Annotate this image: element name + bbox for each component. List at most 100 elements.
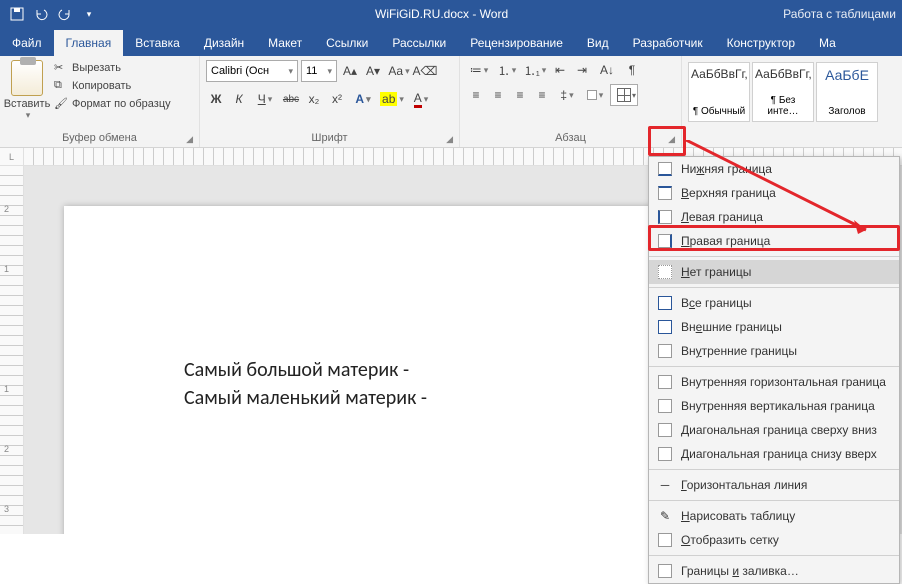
border-inside-item[interactable]: Внутренние границы	[649, 339, 899, 363]
scissors-icon: ✂	[54, 61, 68, 75]
border-top-icon	[657, 185, 673, 201]
save-icon[interactable]	[6, 3, 28, 25]
tab-table-layout[interactable]: Ма	[807, 30, 848, 56]
tab-references[interactable]: Ссылки	[314, 30, 380, 56]
border-none-item[interactable]: Нет границы	[649, 260, 899, 284]
vertical-ruler[interactable]: 2 1 1 2 3	[0, 166, 24, 534]
tab-mailings[interactable]: Рассылки	[380, 30, 458, 56]
view-gridlines-item[interactable]: Отобразить сетку	[649, 528, 899, 552]
text-effects-button[interactable]: A▾	[350, 89, 376, 109]
font-color-button[interactable]: A▾	[408, 89, 434, 109]
subscript-button[interactable]: x₂	[304, 89, 324, 109]
border-inside-h-icon	[657, 374, 673, 390]
border-bottom-item[interactable]: Нижняя граница	[649, 157, 899, 181]
undo-icon[interactable]	[30, 3, 52, 25]
shading-button[interactable]: ▾	[582, 85, 608, 105]
border-right-item[interactable]: Правая граница	[649, 229, 899, 253]
bullets-button[interactable]: ≔▾	[466, 60, 492, 80]
border-none-label: Нет границы	[681, 265, 751, 279]
underline-label: Ч	[258, 92, 266, 106]
group-font: Calibri (Осн▾ 11▾ A▴ A▾ Aa▾ A⌫ Ж К Ч▾ ab…	[200, 56, 460, 147]
borders-icon	[617, 88, 631, 102]
align-right-button[interactable]: ≡	[510, 85, 530, 105]
ruler-corner[interactable]: L	[0, 148, 24, 165]
border-left-label: Левая граница	[681, 210, 763, 224]
font-launcher-icon[interactable]: ◢	[446, 134, 453, 145]
ribbon-tabs: Файл Главная Вставка Дизайн Макет Ссылки…	[0, 28, 902, 56]
border-outside-item[interactable]: Внешние границы	[649, 315, 899, 339]
clear-format-button[interactable]: A⌫	[415, 61, 435, 81]
strikethrough-button[interactable]: abc	[281, 89, 301, 109]
align-left-button[interactable]: ≡	[466, 85, 486, 105]
horizontal-line-item[interactable]: ─Горизонтальная линия	[649, 473, 899, 497]
brush-icon: 🖌	[54, 97, 68, 111]
hline-icon: ─	[657, 477, 673, 493]
clipboard-launcher-icon[interactable]: ◢	[186, 134, 193, 145]
change-case-button[interactable]: Aa▾	[386, 61, 412, 81]
tab-layout[interactable]: Макет	[256, 30, 314, 56]
borders-button[interactable]: ▾	[610, 84, 638, 106]
border-inside-label: Внутренние границы	[681, 344, 797, 358]
tab-developer[interactable]: Разработчик	[621, 30, 715, 56]
paragraph-launcher-icon[interactable]: ◢	[668, 134, 675, 145]
tab-insert[interactable]: Вставка	[123, 30, 192, 56]
style-normal[interactable]: АаБбВвГг, ¶ Обычный	[688, 62, 750, 122]
draw-table-item[interactable]: ✎Нарисовать таблицу	[649, 504, 899, 528]
shrink-font-button[interactable]: A▾	[363, 61, 383, 81]
font-size-combo[interactable]: 11▾	[301, 60, 337, 82]
superscript-button[interactable]: x²	[327, 89, 347, 109]
qat-more-icon[interactable]: ▾	[78, 3, 100, 25]
align-center-button[interactable]: ≡	[488, 85, 508, 105]
border-inside-v-item[interactable]: Внутренняя вертикальная граница	[649, 394, 899, 418]
redo-icon[interactable]	[54, 3, 76, 25]
border-diag-up-item[interactable]: Диагональная граница снизу вверх	[649, 442, 899, 466]
increase-indent-button[interactable]: ⇥	[572, 60, 592, 80]
tab-home[interactable]: Главная	[54, 30, 124, 56]
style-normal-label: ¶ Обычный	[691, 106, 747, 117]
style-normal-preview: АаБбВвГг,	[691, 67, 747, 81]
decrease-indent-button[interactable]: ⇤	[550, 60, 570, 80]
justify-button[interactable]: ≡	[532, 85, 552, 105]
style-no-spacing[interactable]: АаБбВвГг, ¶ Без инте…	[752, 62, 814, 122]
borders-dialog-label: Границы и заливка…	[681, 564, 799, 578]
borders-dialog-item[interactable]: Границы и заливка…	[649, 559, 899, 583]
border-inside-h-item[interactable]: Внутренняя горизонтальная граница	[649, 370, 899, 394]
line-spacing-button[interactable]: ‡▾	[554, 85, 580, 105]
border-all-item[interactable]: Все границы	[649, 291, 899, 315]
border-top-label: Верхняя граница	[681, 186, 776, 200]
cut-button[interactable]: ✂Вырезать	[52, 60, 173, 76]
highlight-button[interactable]: ab▾	[379, 89, 405, 109]
multilevel-button[interactable]: ⒈₁▾	[522, 60, 548, 80]
context-tab-label: Работа с таблицами	[783, 7, 902, 21]
border-left-item[interactable]: Левая граница	[649, 205, 899, 229]
tab-table-design[interactable]: Конструктор	[715, 30, 807, 56]
style-heading1[interactable]: АаБбЕ Заголов	[816, 62, 878, 122]
underline-button[interactable]: Ч▾	[252, 89, 278, 109]
border-diag-down-icon	[657, 422, 673, 438]
tab-file[interactable]: Файл	[0, 30, 54, 56]
view-gridlines-label: Отобразить сетку	[681, 533, 779, 547]
dropdown-sep-1	[649, 256, 899, 257]
copy-button[interactable]: ⧉Копировать	[52, 78, 173, 94]
border-diag-down-label: Диагональная граница сверху вниз	[681, 423, 877, 437]
sort-button[interactable]: A↓	[594, 60, 620, 80]
quick-access-toolbar: ▾	[0, 3, 100, 25]
tab-view[interactable]: Вид	[575, 30, 621, 56]
tab-review[interactable]: Рецензирование	[458, 30, 575, 56]
grow-font-button[interactable]: A▴	[340, 61, 360, 81]
tab-design[interactable]: Дизайн	[192, 30, 256, 56]
style-nospc-label: ¶ Без инте…	[755, 95, 811, 117]
italic-button[interactable]: К	[229, 89, 249, 109]
border-top-item[interactable]: Верхняя граница	[649, 181, 899, 205]
paste-icon	[11, 60, 43, 96]
paste-button[interactable]: Вставить ▾	[6, 60, 48, 121]
border-diag-down-item[interactable]: Диагональная граница сверху вниз	[649, 418, 899, 442]
format-painter-button[interactable]: 🖌Формат по образцу	[52, 96, 173, 112]
font-name-combo[interactable]: Calibri (Осн▾	[206, 60, 298, 82]
border-outside-icon	[657, 319, 673, 335]
show-marks-button[interactable]: ¶	[622, 60, 642, 80]
bold-button[interactable]: Ж	[206, 89, 226, 109]
title-bar: ▾ WiFiGiD.RU.docx - Word Работа с таблиц…	[0, 0, 902, 28]
numbering-button[interactable]: ⒈▾	[494, 60, 520, 80]
border-inside-v-label: Внутренняя вертикальная граница	[681, 399, 875, 413]
